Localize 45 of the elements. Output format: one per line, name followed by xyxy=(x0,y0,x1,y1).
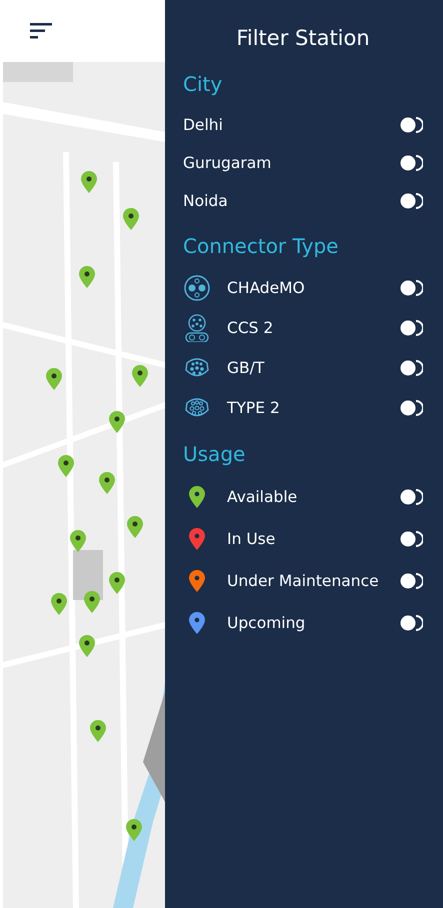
toggle-switch[interactable] xyxy=(399,359,423,377)
map-pin-icon[interactable] xyxy=(79,635,95,657)
map-pin-icon[interactable] xyxy=(109,572,125,594)
filter-label: Delhi xyxy=(183,116,224,134)
filter-label: In Use xyxy=(227,530,276,548)
map-pin-icon[interactable] xyxy=(126,819,142,841)
filter-label: Upcoming xyxy=(227,614,306,632)
filter-label: Available xyxy=(227,488,298,506)
section-heading: Connector Type xyxy=(183,234,340,258)
filter-label: Gurugaram xyxy=(183,154,272,172)
connector-plug-icon xyxy=(183,314,211,342)
map-pin-icon[interactable] xyxy=(79,266,95,288)
map-pin-icon[interactable] xyxy=(109,411,125,433)
map-pin-icon[interactable] xyxy=(132,365,148,387)
map-pin-icon[interactable] xyxy=(51,593,67,615)
toggle-switch[interactable] xyxy=(399,116,423,134)
map-pin-icon[interactable] xyxy=(70,530,86,552)
filter-label: Under Maintenance xyxy=(227,572,380,590)
toggle-switch[interactable] xyxy=(399,192,423,210)
map-pin-icon[interactable] xyxy=(90,720,106,742)
toggle-switch[interactable] xyxy=(399,154,423,172)
toggle-switch[interactable] xyxy=(399,488,423,506)
toggle-switch[interactable] xyxy=(399,530,423,548)
connector-plug-icon xyxy=(183,274,211,302)
menu-icon[interactable] xyxy=(30,23,52,39)
panel-title: Filter Station xyxy=(235,26,371,50)
map-pin-icon[interactable] xyxy=(58,455,74,477)
filter-label: CHAdeMO xyxy=(227,279,306,297)
map-pin-icon[interactable] xyxy=(123,208,139,230)
toggle-switch[interactable] xyxy=(399,279,423,297)
toggle-switch[interactable] xyxy=(399,572,423,590)
filter-label: TYPE 2 xyxy=(227,399,281,417)
section-heading: Usage xyxy=(183,442,246,466)
filter-label: GB/T xyxy=(227,359,266,377)
section-heading: City xyxy=(183,72,224,96)
map-pin-icon[interactable] xyxy=(84,591,100,613)
filter-label: Noida xyxy=(183,192,229,210)
map-pin-icon[interactable] xyxy=(81,171,97,193)
filter-label: CCS 2 xyxy=(227,319,274,337)
toggle-switch[interactable] xyxy=(399,319,423,337)
map-pin-icon[interactable] xyxy=(99,472,115,494)
map-pin-icon[interactable] xyxy=(46,368,62,390)
toggle-switch[interactable] xyxy=(399,614,423,632)
toggle-switch[interactable] xyxy=(399,399,423,417)
map-pin-icon[interactable] xyxy=(127,516,143,538)
